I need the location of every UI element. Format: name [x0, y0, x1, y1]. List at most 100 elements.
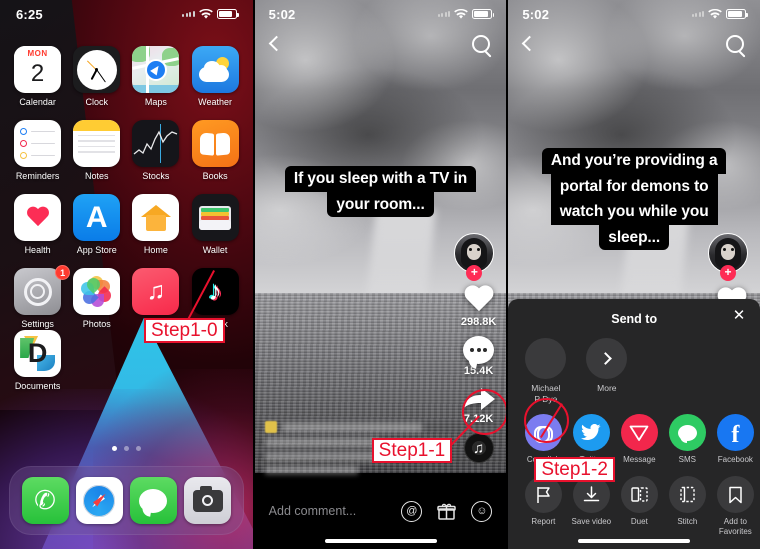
search-icon[interactable]	[472, 35, 492, 55]
app-label: Documents	[14, 381, 61, 391]
option-label: Save video	[571, 517, 612, 527]
option-label: Stitch	[677, 517, 698, 527]
app-label: Photos	[82, 319, 111, 329]
twitter-icon	[572, 414, 610, 452]
sms-icon	[668, 414, 706, 452]
app-reminders[interactable]: Reminders	[8, 120, 67, 181]
messages-icon[interactable]	[129, 477, 177, 524]
comment-count: 15.4K	[463, 365, 494, 377]
battery-icon	[472, 9, 495, 19]
mention-icon[interactable]: @	[401, 500, 423, 522]
music-disc-icon[interactable]: ♫	[463, 433, 494, 463]
share-facebook[interactable]: f Facebook	[711, 414, 759, 465]
like-button[interactable]: 298.8K	[461, 286, 496, 328]
contact-michael-p-dye[interactable]: Michael P Dye	[522, 338, 569, 404]
app-health[interactable]: Health	[8, 194, 67, 255]
step1-1-highlight-circle	[461, 389, 507, 435]
camera-icon[interactable]	[184, 477, 232, 524]
documents-glyph: D	[27, 338, 48, 368]
app-maps[interactable]: Maps	[126, 46, 185, 107]
screenshot-stage: 6:25 MON 2 Calendar Clock Maps Weather R…	[0, 0, 760, 549]
app-label: App Store	[76, 245, 117, 255]
app-home[interactable]: Home	[126, 194, 185, 255]
share-app-label: SMS	[678, 455, 697, 465]
battery-icon	[216, 9, 239, 19]
option-report[interactable]: Report	[519, 476, 567, 537]
app-wallet[interactable]: Wallet	[186, 194, 245, 255]
tiktok-white-glyph: ♪	[208, 276, 222, 306]
app-label: Reminders	[15, 171, 60, 181]
health-icon	[14, 194, 62, 241]
app-clock[interactable]: Clock	[67, 46, 126, 107]
status-indicators	[437, 8, 495, 20]
app-settings[interactable]: 1 Settings	[8, 265, 71, 329]
send-to-contacts-row: Michael P Dye More	[508, 330, 760, 404]
blurred-text-line	[264, 438, 380, 447]
app-label: Notes	[84, 171, 109, 181]
chevron-left-icon[interactable]	[522, 36, 533, 55]
chevron-left-icon[interactable]	[269, 36, 280, 55]
more-contacts-button[interactable]: More	[583, 338, 630, 404]
status-time: 5:02	[522, 6, 550, 22]
step1-0-annotation: Step1-0	[144, 318, 225, 344]
status-indicators	[691, 8, 749, 20]
status-bar: 6:25	[0, 0, 253, 28]
reminders-icon	[14, 120, 62, 167]
step1-2-annotation: Step1-2	[534, 457, 615, 483]
add-comment-input[interactable]: Add comment...	[269, 504, 357, 518]
option-label: Add to Favorites	[718, 517, 752, 537]
app-app-store[interactable]: A App Store	[67, 194, 126, 255]
video-nav-row	[508, 30, 760, 60]
heart-icon	[463, 286, 495, 315]
option-duet[interactable]: Duet	[615, 476, 663, 537]
option-add-to-favorites[interactable]: Add to Favorites	[711, 476, 759, 537]
app-label: Books	[202, 171, 228, 181]
author-avatar-block[interactable]: +	[454, 233, 495, 281]
caption-line: If you sleep with a TV in	[284, 166, 477, 192]
stocks-icon	[132, 120, 180, 167]
phone-icon[interactable]: ✆	[21, 477, 69, 524]
gift-icon[interactable]	[436, 501, 457, 522]
signal-dots-icon	[437, 11, 451, 17]
page-indicator-dots[interactable]	[0, 446, 253, 451]
share-sms[interactable]: SMS	[663, 414, 711, 465]
caption-line: And you’re providing a	[541, 148, 727, 174]
like-count: 298.8K	[460, 316, 497, 328]
app-photos[interactable]: Photos	[67, 268, 126, 329]
app-label: Wallet	[202, 245, 228, 255]
home-indicator	[578, 539, 691, 543]
safari-icon[interactable]	[75, 477, 123, 524]
weather-icon	[191, 46, 239, 93]
search-icon[interactable]	[726, 35, 746, 55]
dock: ✆	[9, 466, 244, 535]
caption-line: your room...	[327, 191, 434, 218]
share-message[interactable]: Message	[615, 414, 663, 465]
follow-button[interactable]: +	[720, 265, 737, 281]
app-books[interactable]: Books	[186, 120, 245, 181]
option-save-video[interactable]: Save video	[567, 476, 615, 537]
app-calendar[interactable]: MON 2 Calendar	[8, 46, 67, 107]
app-label: Clock	[85, 97, 108, 107]
close-icon[interactable]: ✕	[731, 308, 747, 324]
stitch-icon	[668, 476, 706, 514]
app-weather[interactable]: Weather	[186, 46, 245, 107]
comment-button[interactable]: 15.4K	[463, 336, 495, 377]
calendar-icon: MON 2	[14, 46, 62, 93]
app-store-icon: A	[73, 194, 121, 241]
clock-icon	[73, 46, 121, 93]
emoji-icon[interactable]: ☺	[471, 500, 493, 522]
app-notes[interactable]: Notes	[67, 120, 126, 181]
wifi-icon	[454, 8, 469, 20]
author-avatar-block[interactable]: +	[708, 233, 749, 281]
option-label: Report	[531, 517, 556, 527]
video-action-rail: 298.8K 15.4K 7.12K ♫	[461, 286, 496, 463]
option-stitch[interactable]: Stitch	[663, 476, 711, 537]
app-documents[interactable]: D Documents	[8, 330, 67, 391]
home-indicator	[324, 539, 437, 543]
app-grid: MON 2 Calendar Clock Maps Weather Remind…	[0, 46, 253, 329]
ios-home-screen-panel: 6:25 MON 2 Calendar Clock Maps Weather R…	[0, 0, 253, 549]
battery-icon	[726, 9, 749, 19]
app-stocks[interactable]: Stocks	[126, 120, 185, 181]
wifi-icon	[708, 8, 722, 20]
share-app-label: Facebook	[717, 455, 753, 465]
